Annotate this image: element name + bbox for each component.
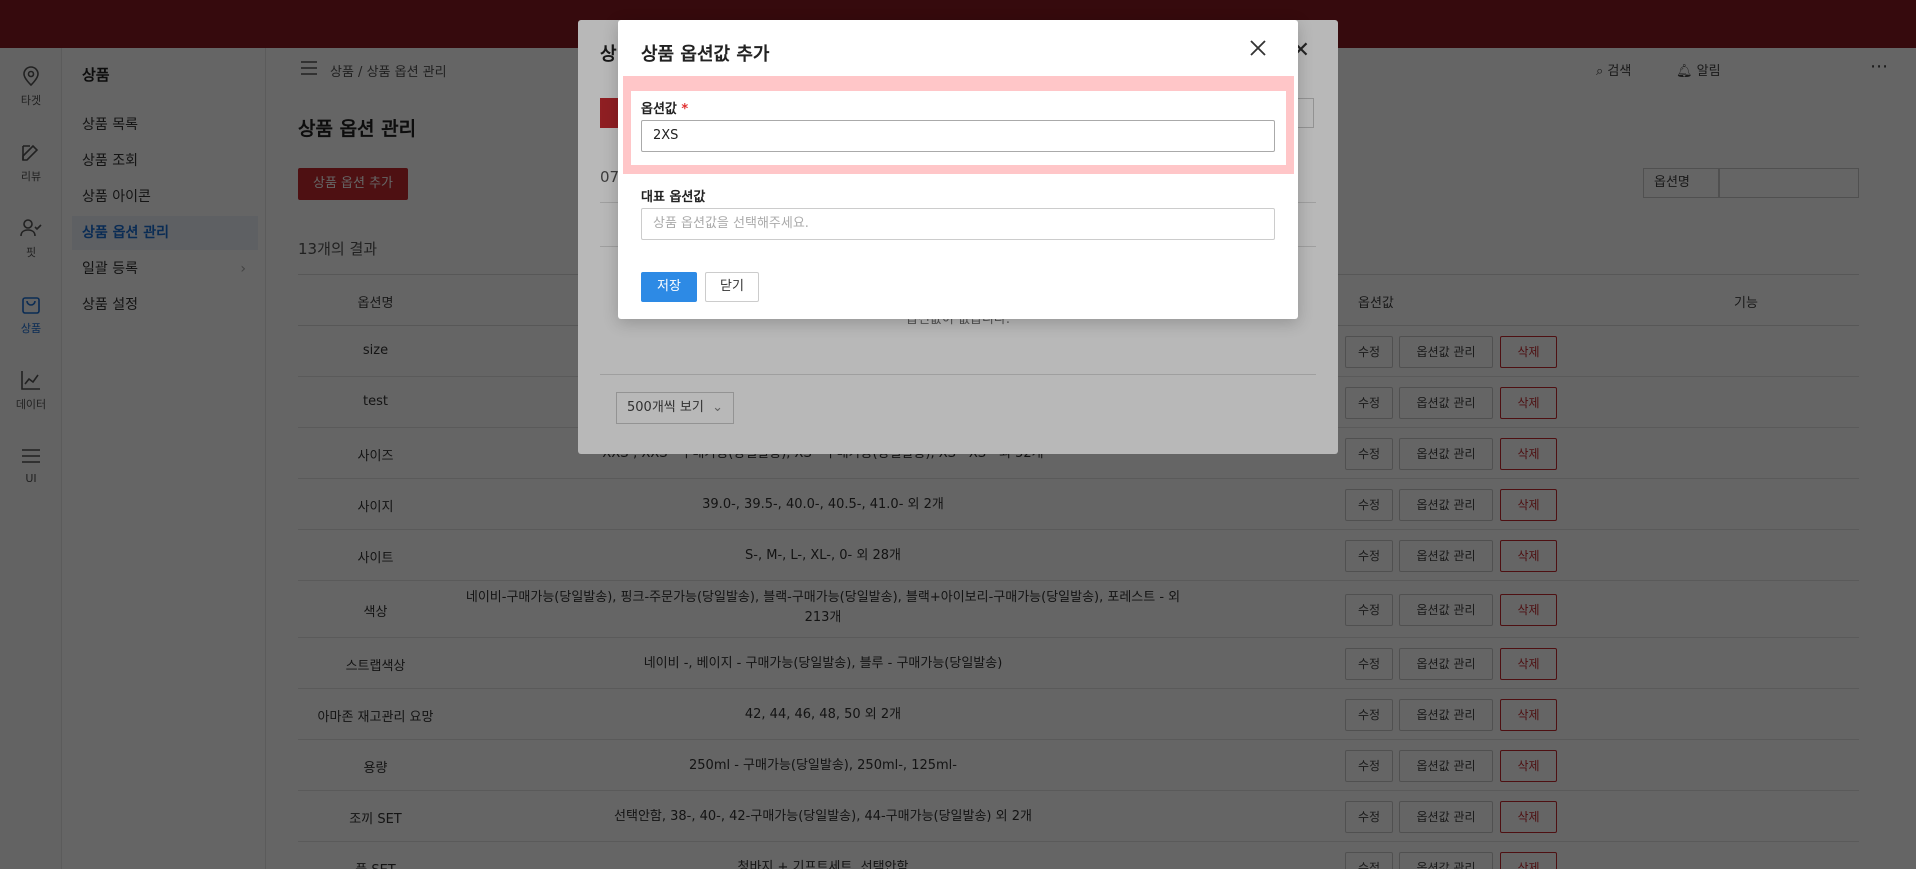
modal-title: 상품 옵션값 추가	[641, 44, 770, 65]
save-button[interactable]: 저장	[641, 272, 697, 302]
option-value-label: 옵션값 *	[641, 98, 688, 117]
required-mark: *	[681, 102, 689, 117]
label-text: 옵션값	[641, 102, 677, 117]
representative-value-label: 대표 옵션값	[641, 190, 706, 205]
close-button[interactable]: 닫기	[705, 272, 759, 302]
representative-value-select[interactable]: 상품 옵션값을 선택해주세요.	[641, 208, 1275, 240]
close-icon[interactable]	[1248, 38, 1268, 58]
option-value-input[interactable]: 2XS	[641, 120, 1275, 152]
add-option-value-modal: 상품 옵션값 추가 옵션값 * 2XS 대표 옵션값 상품 옵션값을 선택해주세…	[618, 20, 1298, 319]
